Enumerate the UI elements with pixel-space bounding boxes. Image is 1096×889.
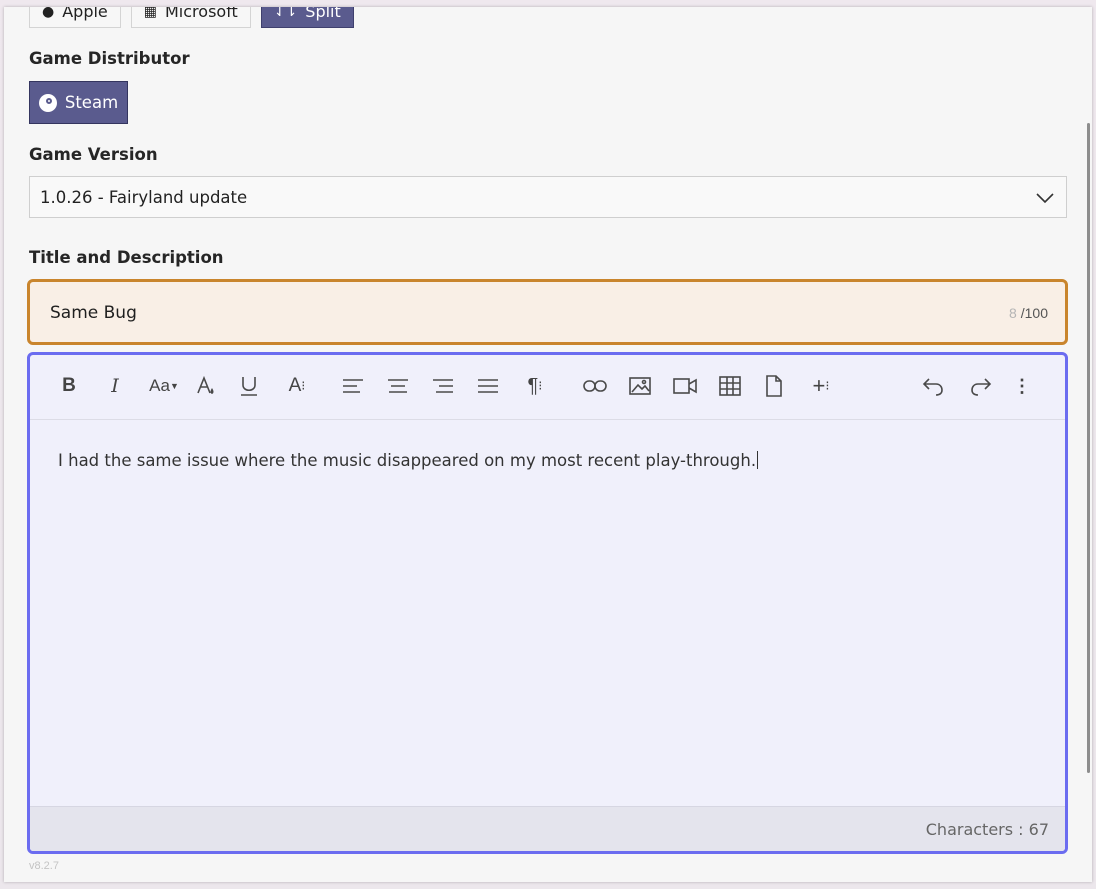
title-description-heading: Title and Description [29, 248, 224, 267]
editor-toolbar: B I Aa ▼ A ⁝ ¶ ⁝ + ⁝ ⋮ [30, 355, 1065, 420]
link-icon[interactable] [582, 371, 608, 401]
underline-icon[interactable] [237, 371, 261, 401]
title-char-max: /100 [1020, 305, 1048, 321]
description-editor: B I Aa ▼ A ⁝ ¶ ⁝ + ⁝ ⋮ I had the same is… [27, 352, 1068, 854]
justify-icon[interactable] [476, 371, 500, 401]
undo-icon[interactable] [920, 371, 946, 401]
steam-label: Steam [64, 93, 119, 112]
align-right-icon[interactable] [431, 371, 455, 401]
insert-more-icon[interactable]: + ⁝ [805, 371, 837, 401]
bold-icon[interactable]: B [58, 371, 80, 401]
steam-icon [38, 93, 57, 112]
game-version-select[interactable]: 1.0.26 - Fairyland update [29, 176, 1067, 218]
platform-split-button[interactable]: ⇃⇂ Split [260, 7, 354, 28]
editor-content[interactable]: I had the same issue where the music dis… [58, 451, 759, 470]
platform-options: ● Apple ▦ Microsoft ⇃⇂ Split [29, 7, 354, 28]
editor-statusbar: Characters : 67 [30, 806, 1065, 851]
description-text: I had the same issue where the music dis… [58, 451, 757, 470]
text-caret [757, 451, 759, 469]
title-input[interactable]: Same Bug 8/100 [27, 279, 1068, 345]
title-char-count: 8 [1008, 305, 1017, 321]
title-char-counter: 8/100 [1009, 305, 1048, 321]
italic-icon[interactable]: I [104, 371, 126, 401]
redo-icon[interactable] [968, 371, 994, 401]
font-size-icon[interactable]: Aa ▼ [144, 371, 184, 401]
platform-microsoft-button[interactable]: ▦ Microsoft [130, 7, 251, 28]
character-count: Characters : 67 [925, 820, 1049, 839]
version-heading: Game Version [29, 145, 158, 164]
table-icon[interactable] [717, 371, 743, 401]
platform-label: Split [305, 7, 341, 21]
steam-button[interactable]: Steam [29, 81, 128, 124]
title-input-value: Same Bug [50, 303, 137, 323]
scrollbar-thumb[interactable] [1087, 123, 1090, 773]
windows-icon: ▦ [143, 7, 157, 20]
app-version: v8.2.7 [29, 860, 59, 872]
game-version-value: 1.0.26 - Fairyland update [40, 187, 248, 207]
file-icon[interactable] [762, 371, 786, 401]
distributor-heading: Game Distributor [29, 49, 190, 68]
more-options-icon[interactable]: ⋮ [1013, 371, 1031, 401]
image-icon[interactable] [627, 371, 653, 401]
align-left-icon[interactable] [341, 371, 365, 401]
text-style-icon[interactable]: A ⁝ [282, 371, 312, 401]
chevron-down-icon [1036, 193, 1054, 204]
report-form-panel: ● Apple ▦ Microsoft ⇃⇂ Split Game Distri… [4, 7, 1092, 882]
apple-icon: ● [42, 7, 55, 20]
platform-label: Microsoft [165, 7, 238, 21]
platform-apple-button[interactable]: ● Apple [29, 7, 121, 28]
paragraph-icon[interactable]: ¶ ⁝ [520, 371, 550, 401]
scrollbar[interactable] [1084, 7, 1092, 882]
video-icon[interactable] [672, 371, 698, 401]
platform-label: Apple [62, 7, 108, 21]
align-center-icon[interactable] [386, 371, 410, 401]
split-icon: ⇃⇂ [273, 7, 298, 20]
font-color-icon[interactable] [193, 371, 219, 401]
